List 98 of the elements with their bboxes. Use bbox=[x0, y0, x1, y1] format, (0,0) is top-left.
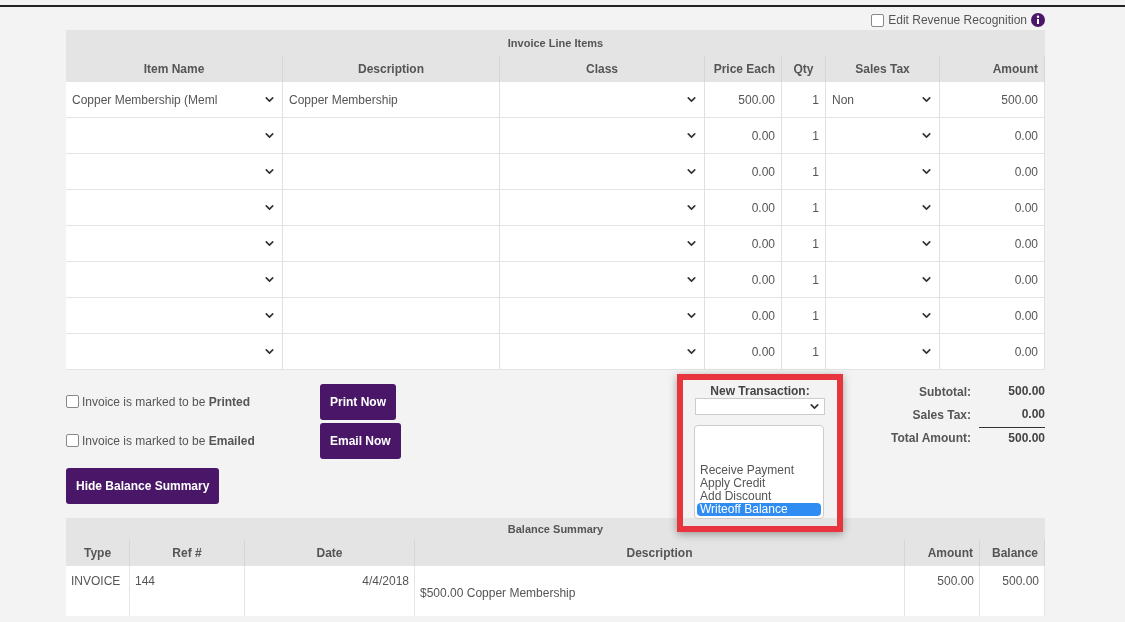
total-value: 500.00 bbox=[1007, 383, 1045, 400]
hide-balance-button[interactable]: Hide Balance Summary bbox=[66, 468, 220, 504]
column-header: Sales Tax bbox=[826, 56, 940, 82]
amount-cell: 0.00 bbox=[940, 334, 1045, 370]
checkbox[interactable] bbox=[66, 395, 79, 408]
dropdown-option[interactable]: Receive Payment bbox=[697, 464, 821, 477]
item-select[interactable] bbox=[66, 154, 283, 190]
tax-select[interactable] bbox=[826, 262, 940, 298]
qty-field[interactable]: 1 bbox=[782, 154, 826, 190]
item-select[interactable]: Copper Membership (Meml bbox=[66, 82, 283, 118]
total-value: 500.00 bbox=[979, 426, 1045, 449]
transaction-select[interactable] bbox=[695, 398, 825, 415]
class-select[interactable] bbox=[500, 190, 705, 226]
column-header: Item Name bbox=[66, 56, 283, 82]
amount-cell: 0.00 bbox=[940, 118, 1045, 154]
amount-cell: 0.00 bbox=[940, 154, 1045, 190]
qty-field[interactable]: 1 bbox=[782, 298, 826, 334]
description-field[interactable] bbox=[283, 154, 500, 190]
tax-select[interactable] bbox=[826, 118, 940, 154]
price-field[interactable]: 0.00 bbox=[705, 190, 782, 226]
price-field[interactable]: 0.00 bbox=[705, 334, 782, 370]
class-select[interactable] bbox=[500, 154, 705, 190]
column-header: Qty bbox=[782, 56, 826, 82]
price-field[interactable]: 0.00 bbox=[705, 262, 782, 298]
class-select[interactable] bbox=[500, 82, 705, 118]
class-select[interactable] bbox=[500, 262, 705, 298]
dropdown-option[interactable]: Add Discount bbox=[697, 490, 821, 503]
tax-select[interactable] bbox=[826, 226, 940, 262]
qty-field[interactable]: 1 bbox=[782, 190, 826, 226]
table-cell: INVOICE bbox=[66, 566, 130, 616]
item-select[interactable] bbox=[66, 298, 283, 334]
qty-field[interactable]: 1 bbox=[782, 82, 826, 118]
tax-select[interactable] bbox=[826, 154, 940, 190]
table-cell: 500.00 bbox=[980, 566, 1045, 616]
price-field[interactable]: 0.00 bbox=[705, 154, 782, 190]
description-field[interactable] bbox=[283, 118, 500, 154]
checkbox-label: Invoice is marked to be Printed bbox=[82, 394, 251, 409]
qty-field[interactable]: 1 bbox=[782, 334, 826, 370]
total-label: Sales Tax: bbox=[912, 407, 972, 422]
total-label: Subtotal: bbox=[919, 384, 972, 399]
column-header: Description bbox=[415, 540, 905, 566]
table-cell: 144 bbox=[130, 566, 245, 616]
item-select[interactable] bbox=[66, 190, 283, 226]
tax-select[interactable] bbox=[826, 298, 940, 334]
table-cell: 4/4/2018 bbox=[245, 566, 415, 616]
price-field[interactable]: 500.00 bbox=[705, 82, 782, 118]
dropdown-option[interactable]: Apply Credit bbox=[697, 477, 821, 490]
item-select[interactable] bbox=[66, 226, 283, 262]
tax-select[interactable] bbox=[826, 190, 940, 226]
class-select[interactable] bbox=[500, 298, 705, 334]
class-select[interactable] bbox=[500, 226, 705, 262]
send-button[interactable]: Print Now bbox=[320, 383, 396, 420]
tax-select[interactable] bbox=[826, 334, 940, 370]
checkbox[interactable] bbox=[66, 434, 79, 447]
column-header: Amount bbox=[905, 540, 980, 566]
qty-field[interactable]: 1 bbox=[782, 118, 826, 154]
amount-cell: 0.00 bbox=[940, 298, 1045, 334]
description-field[interactable] bbox=[283, 298, 500, 334]
description-field[interactable] bbox=[283, 226, 500, 262]
info-icon[interactable] bbox=[1031, 13, 1045, 27]
amount-cell: 0.00 bbox=[940, 226, 1045, 262]
amount-cell: 0.00 bbox=[940, 262, 1045, 298]
tax-select[interactable]: Non bbox=[826, 82, 940, 118]
description-field[interactable]: Copper Membership bbox=[283, 82, 500, 118]
column-header: Ref # bbox=[130, 540, 245, 566]
send-button[interactable]: Email Now bbox=[320, 422, 401, 459]
column-header: Balance bbox=[980, 540, 1045, 566]
column-header: Amount bbox=[940, 56, 1045, 82]
column-header: Description bbox=[283, 56, 500, 82]
column-header: Class bbox=[500, 56, 705, 82]
table-cell: 500.00 bbox=[905, 566, 980, 616]
table-title: Balance Summary bbox=[66, 518, 1045, 540]
field-label: New Transaction: bbox=[710, 384, 810, 398]
description-field[interactable] bbox=[283, 190, 500, 226]
total-value: 0.00 bbox=[1020, 406, 1045, 423]
description-field[interactable] bbox=[283, 262, 500, 298]
item-select[interactable] bbox=[66, 334, 283, 370]
column-header: Price Each bbox=[705, 56, 782, 82]
checkbox[interactable] bbox=[871, 13, 885, 27]
item-select[interactable] bbox=[66, 118, 283, 154]
checkbox-label: Edit Revenue Recognition bbox=[888, 13, 1027, 27]
total-label: Total Amount: bbox=[891, 430, 972, 445]
column-header: Date bbox=[245, 540, 415, 566]
price-field[interactable]: 0.00 bbox=[705, 298, 782, 334]
price-field[interactable]: 0.00 bbox=[705, 118, 782, 154]
amount-cell: 500.00 bbox=[940, 82, 1045, 118]
item-select[interactable] bbox=[66, 262, 283, 298]
description-field[interactable] bbox=[283, 334, 500, 370]
price-field[interactable]: 0.00 bbox=[705, 226, 782, 262]
qty-field[interactable]: 1 bbox=[782, 226, 826, 262]
class-select[interactable] bbox=[500, 334, 705, 370]
qty-field[interactable]: 1 bbox=[782, 262, 826, 298]
amount-cell: 0.00 bbox=[940, 190, 1045, 226]
column-header: Type bbox=[66, 540, 130, 566]
table-title: Invoice Line Items bbox=[66, 30, 1045, 56]
table-cell: $500.00 Copper Membership bbox=[415, 566, 905, 616]
class-select[interactable] bbox=[500, 118, 705, 154]
checkbox-label: Invoice is marked to be Emailed bbox=[82, 433, 255, 448]
